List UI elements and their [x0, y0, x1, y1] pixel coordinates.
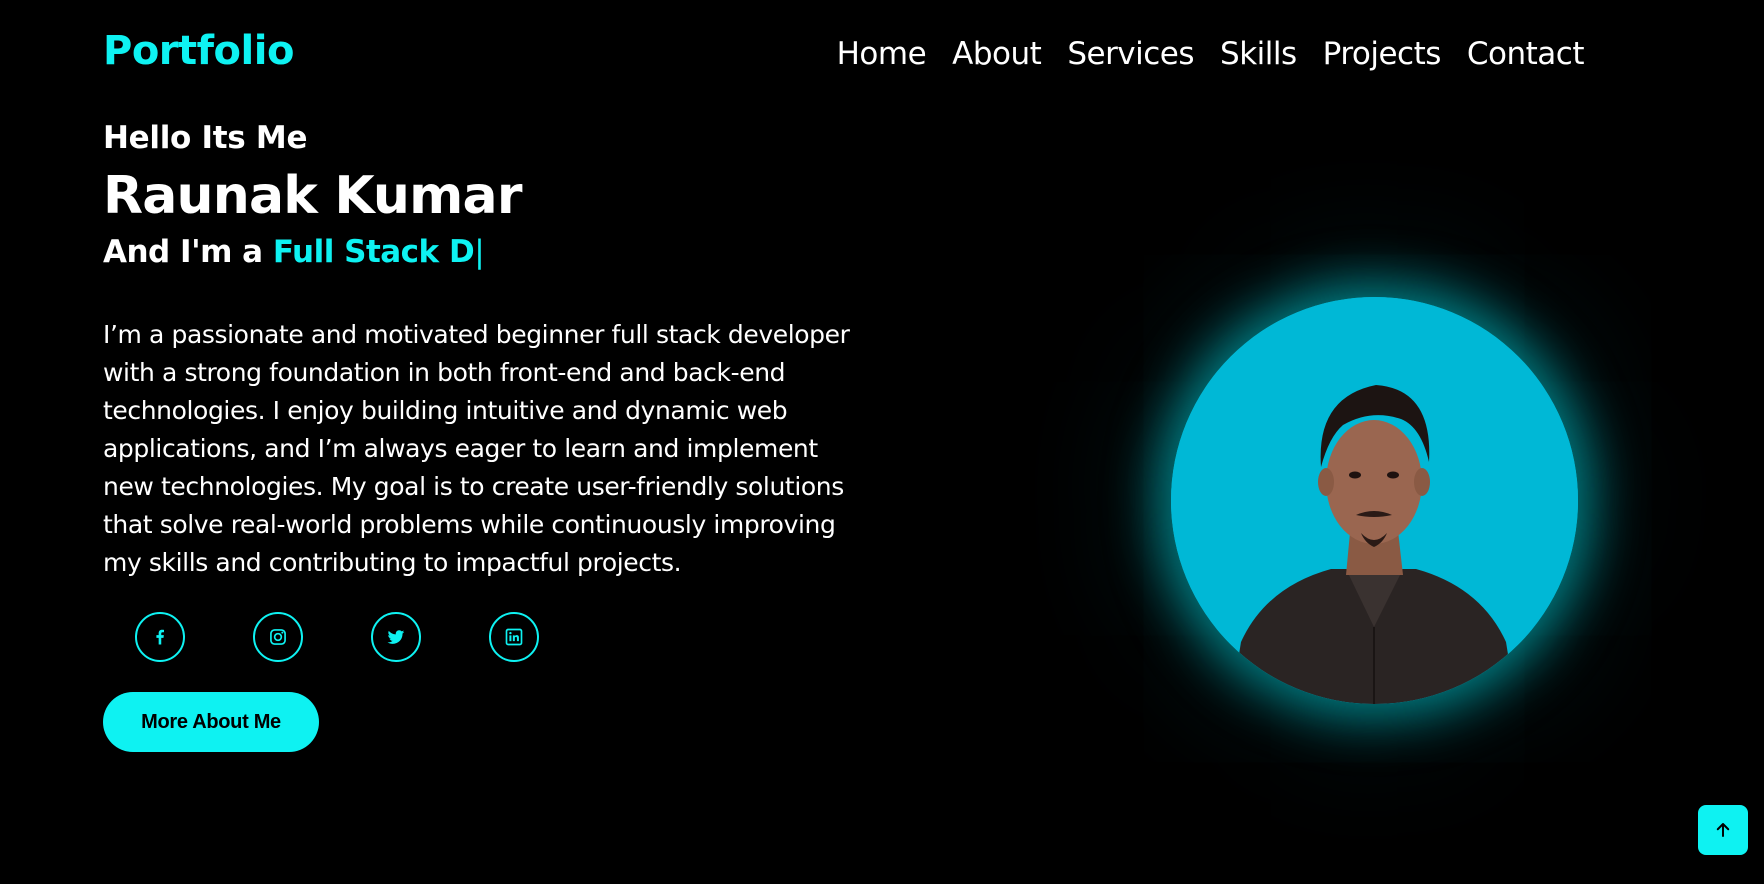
instagram-link[interactable]: [253, 612, 303, 662]
facebook-icon: [156, 629, 164, 645]
hero-bio: I’m a passionate and motivated beginner …: [103, 320, 850, 577]
hero-content: Hello Its Me Raunak Kumar And I'm a Full…: [103, 120, 863, 752]
more-about-me-button[interactable]: More About Me: [103, 692, 319, 752]
nav-contact[interactable]: Contact: [1467, 36, 1585, 72]
profile-portrait-image: [1171, 297, 1578, 704]
nav-projects[interactable]: Projects: [1323, 36, 1442, 72]
scroll-to-top-button[interactable]: [1698, 805, 1748, 855]
nav-skills[interactable]: Skills: [1220, 36, 1297, 72]
facebook-link[interactable]: [135, 612, 185, 662]
nav-services[interactable]: Services: [1067, 36, 1194, 72]
role-typed-text: Full Stack D: [272, 234, 475, 270]
role-prefix: And I'm a: [103, 234, 273, 270]
hero-role: And I'm a Full Stack D|: [103, 234, 863, 270]
social-links: [135, 612, 863, 662]
hero-name: Raunak Kumar: [103, 166, 522, 226]
logo[interactable]: Portfolio: [103, 28, 294, 74]
site-header: Portfolio Home About Services Skills Pro…: [0, 0, 1764, 110]
main-nav: Home About Services Skills Projects Cont…: [837, 36, 1585, 72]
hero-greeting: Hello Its Me: [103, 120, 308, 156]
nav-home[interactable]: Home: [837, 36, 927, 72]
linkedin-link[interactable]: [489, 612, 539, 662]
twitter-icon: [387, 630, 405, 644]
typing-cursor: |: [474, 234, 485, 270]
profile-photo: [1171, 297, 1578, 704]
instagram-icon: [270, 629, 286, 645]
arrow-up-icon: [1716, 823, 1730, 837]
nav-about[interactable]: About: [952, 36, 1042, 72]
linkedin-icon: [505, 628, 523, 646]
twitter-link[interactable]: [371, 612, 421, 662]
